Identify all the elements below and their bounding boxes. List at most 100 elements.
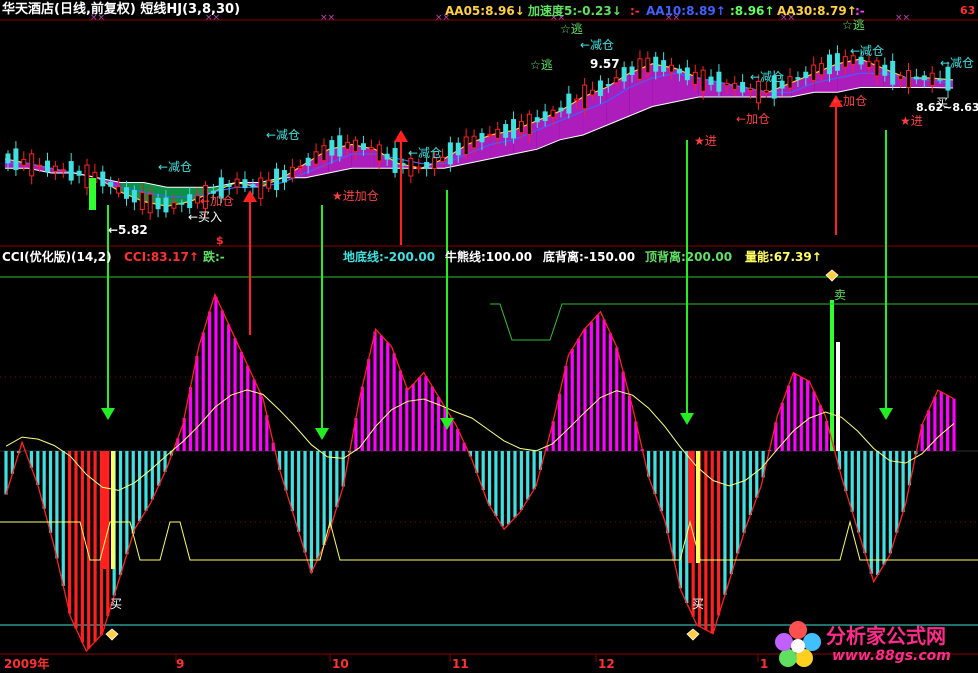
jin-label-1: ★进: [694, 134, 717, 148]
cci-histogram-bar: [373, 331, 377, 451]
cci-histogram-bar: [863, 451, 867, 554]
x-label-1: 9: [176, 657, 185, 671]
cci-histogram-bar: [666, 451, 670, 534]
cci-histogram-bar: [946, 395, 950, 451]
jiancang-label-4: ←减仓: [580, 38, 615, 52]
candle-body: [52, 165, 58, 173]
cci-histogram-bar: [430, 386, 434, 451]
candle-body: [621, 67, 627, 82]
aa10-readout: AA10:8.89↑: [646, 4, 726, 18]
candle-body: [558, 107, 564, 112]
cci-histogram-bar: [704, 451, 708, 630]
candle-body: [447, 142, 453, 165]
candle-body: [392, 148, 398, 173]
cci-histogram-bar: [786, 385, 791, 451]
candle-body: [597, 80, 603, 96]
cci-histogram-bar: [328, 451, 333, 528]
candle-body: [44, 160, 50, 173]
cci-histogram-bar: [526, 451, 530, 500]
candle-body: [424, 162, 430, 169]
candle-body: [179, 202, 185, 205]
candle-body: [108, 181, 114, 187]
cci-histogram-bar: [799, 377, 803, 451]
candle-body: [250, 184, 256, 188]
jin-label-2: ★进: [900, 114, 923, 128]
candle-body: [590, 89, 596, 96]
cci-histogram-bar: [615, 347, 619, 451]
candle-body: [811, 64, 817, 81]
candle-body: [155, 197, 161, 210]
top-x-mark: ××: [320, 13, 335, 23]
buy-label-right: 买: [936, 96, 949, 110]
jiancang-label-2: ←减仓: [266, 128, 301, 142]
candle-body: [360, 143, 366, 150]
cci-histogram-bar: [417, 377, 422, 451]
cci-histogram-bar: [297, 451, 301, 532]
candle-body: [921, 75, 927, 81]
taoyi-label-1: ☆逃: [530, 58, 553, 72]
cci-histogram-bar: [201, 332, 205, 451]
cci-histogram-bar: [500, 451, 504, 527]
cci-histogram-bar: [844, 451, 848, 492]
candle-body: [13, 148, 19, 171]
cci-histogram-bar: [398, 370, 403, 451]
candle-body: [511, 119, 517, 139]
cci-histogram-bar: [882, 451, 886, 565]
cci-histogram-bar: [157, 451, 161, 486]
die-readout: 跌:-: [203, 250, 225, 264]
cci-histogram-bar: [227, 324, 231, 451]
candle-body: [534, 117, 540, 123]
candle-body: [645, 57, 651, 74]
cci-histogram-bar: [239, 351, 244, 451]
candle-body: [676, 68, 682, 74]
candle-body: [913, 76, 919, 80]
jiacang-label-1: ←加仓: [200, 194, 235, 208]
cci-histogram-bar: [80, 451, 84, 643]
overbought-bar: [830, 300, 834, 451]
cci-histogram-bar: [513, 451, 517, 518]
cci-histogram-bar: [405, 387, 409, 451]
taoyi-label-2: ☆逃: [560, 22, 583, 36]
jiacang-label-2: ←加仓: [736, 112, 771, 126]
candle-body: [147, 193, 153, 214]
mairu-label: ←买入: [188, 210, 223, 224]
cci-histogram-bar: [678, 451, 683, 589]
signal-bar: [89, 178, 96, 210]
cci-histogram-bar: [55, 451, 59, 559]
cci-histogram-bar: [653, 451, 657, 495]
candle-body: [76, 170, 82, 176]
candle-body: [234, 178, 240, 188]
candle-body: [890, 60, 896, 85]
candle-body: [795, 77, 801, 80]
candle-body: [629, 66, 635, 75]
candle-body: [345, 141, 351, 150]
candle-body: [313, 151, 319, 165]
cci-histogram-bar: [290, 451, 294, 512]
candle-body: [455, 142, 461, 156]
candle-body: [787, 76, 793, 89]
candle-body: [84, 164, 90, 189]
oversold-bar-1: [688, 451, 694, 563]
cci-histogram-bar: [195, 356, 199, 451]
candle-body: [495, 128, 501, 139]
candle-body: [732, 82, 738, 90]
cci-histogram-bar: [812, 391, 816, 451]
cci-histogram-bar: [901, 451, 905, 512]
candle-body: [637, 58, 643, 80]
cci-histogram-bar: [748, 451, 753, 515]
watermark-url: www.88gs.com: [832, 648, 951, 664]
candle-body: [582, 84, 588, 110]
cci-histogram-bar: [303, 451, 307, 553]
candle-body: [858, 56, 864, 65]
x-label-3: 11: [452, 657, 469, 671]
stock-chart: ×× ×× ×× ×× ×× ×× ×× ××: [0, 0, 978, 673]
candle-body: [37, 164, 43, 167]
watermark: 分析家公式网 www.88gs.com: [772, 618, 972, 670]
candle-body: [550, 109, 556, 118]
cci-histogram-bar: [322, 451, 326, 546]
buy-label-1: 买: [110, 597, 123, 611]
candle-body: [700, 69, 706, 92]
cci-histogram-bar: [850, 451, 854, 512]
candle-body: [479, 133, 485, 143]
cci-histogram-bar: [335, 451, 339, 508]
